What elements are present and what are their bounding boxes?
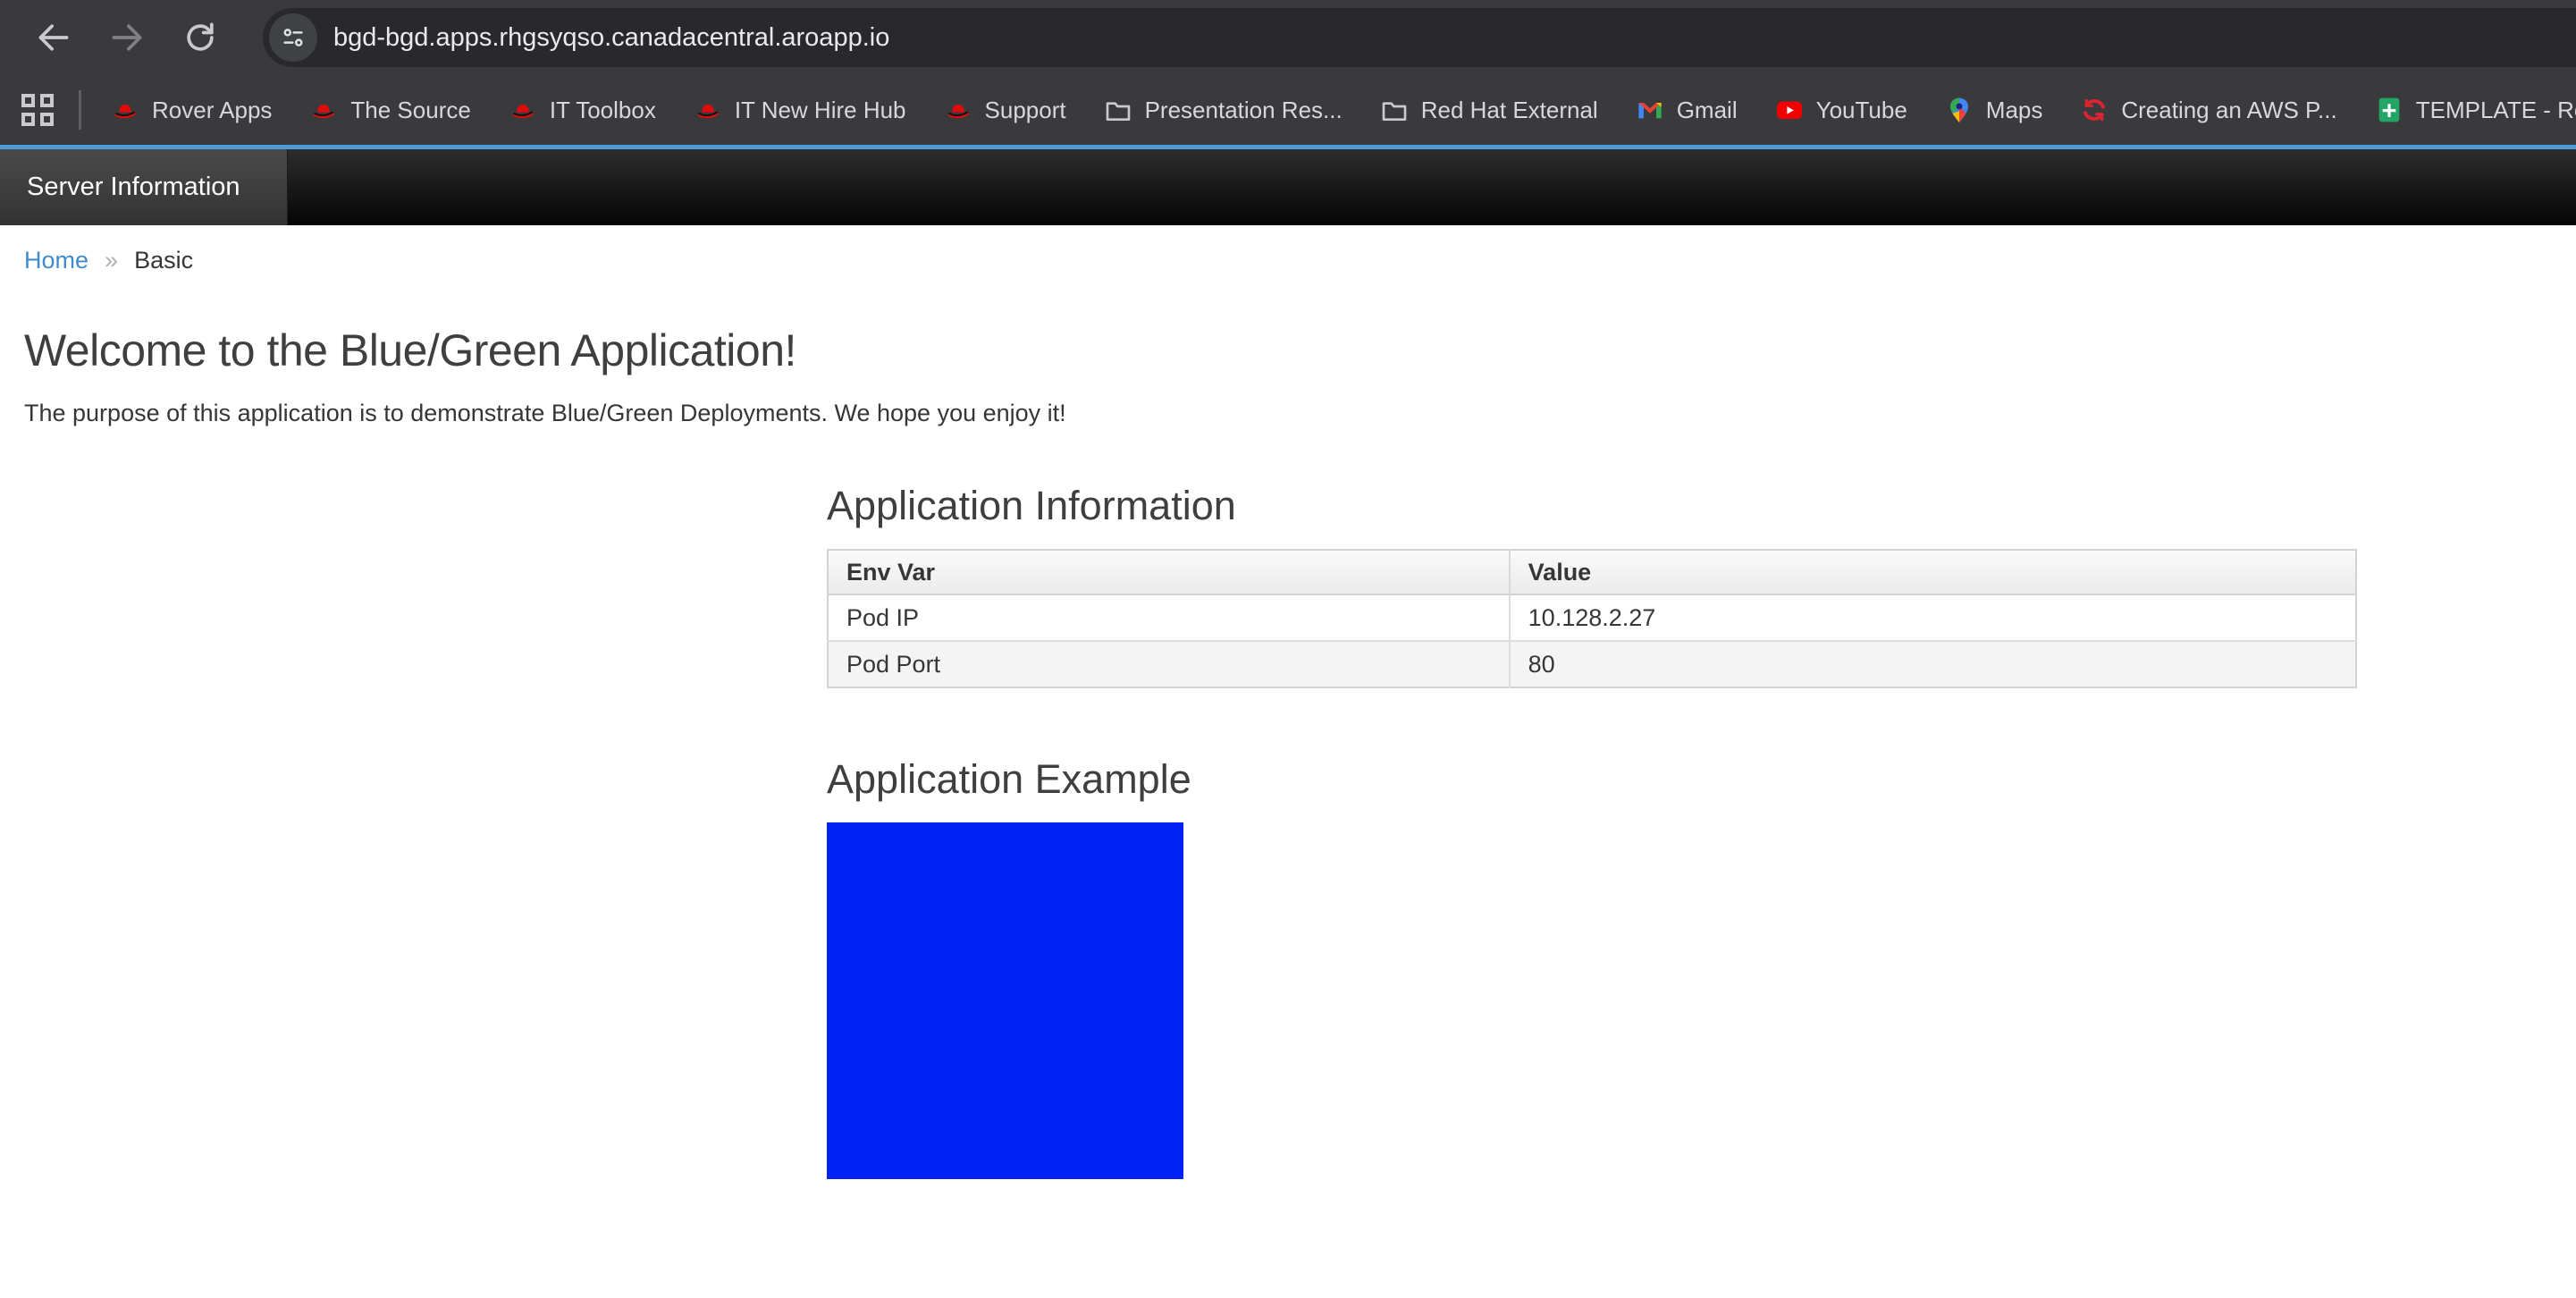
breadcrumb-separator: » — [105, 247, 118, 274]
site-info-button[interactable] — [269, 13, 317, 62]
cell-pod-port-value: 80 — [1510, 641, 2356, 687]
bookmark-label: Presentation Res... — [1145, 97, 1343, 124]
redhat-icon — [509, 96, 537, 124]
table-row: Pod IP 10.128.2.27 — [828, 594, 2356, 641]
reload-button[interactable] — [177, 14, 223, 61]
cell-pod-port-label: Pod Port — [828, 641, 1510, 687]
bookmark-label: Support — [985, 97, 1066, 124]
bookmark-the-source[interactable]: The Source — [290, 96, 489, 124]
bookmarks-divider — [79, 90, 81, 130]
cell-pod-ip-label: Pod IP — [828, 594, 1510, 641]
back-button[interactable] — [30, 14, 77, 61]
forward-icon — [107, 18, 147, 57]
bookmark-folder-presentation-res[interactable]: Presentation Res... — [1085, 96, 1361, 124]
bookmark-label: TEMPLATE - Red... — [2416, 97, 2576, 124]
breadcrumb-current: Basic — [134, 247, 193, 274]
cell-pod-ip-value: 10.128.2.27 — [1510, 594, 2356, 641]
url-text[interactable]: bgd-bgd.apps.rhgsyqso.canadacentral.aroa… — [333, 23, 889, 53]
deployment-color-swatch — [827, 822, 1183, 1179]
info-sections: Application Information Env Var Value Po… — [827, 483, 2357, 1179]
table-row: Pod Port 80 — [828, 641, 2356, 687]
nav-tab-server-information[interactable]: Server Information — [0, 149, 288, 225]
bookmark-gmail[interactable]: Gmail — [1617, 96, 1756, 124]
bookmark-it-toolbox[interactable]: IT Toolbox — [490, 96, 675, 124]
table-header-row: Env Var Value — [828, 550, 2356, 594]
redhat-icon — [944, 96, 972, 124]
col-header-value: Value — [1510, 550, 2356, 594]
col-header-env-var: Env Var — [828, 550, 1510, 594]
bookmark-label: The Source — [350, 97, 470, 124]
gmail-icon — [1636, 96, 1664, 124]
bookmark-label: YouTube — [1816, 97, 1907, 124]
sheets-icon — [2375, 96, 2403, 124]
redhat-icon — [111, 96, 139, 124]
application-information-title: Application Information — [827, 483, 2357, 529]
maps-icon — [1945, 96, 1974, 124]
page-content: Home » Basic Welcome to the Blue/Green A… — [0, 225, 2576, 1179]
bookmark-creating-an-aws-p[interactable]: Creating an AWS P... — [2061, 96, 2355, 124]
bookmark-label: IT Toolbox — [550, 97, 656, 124]
application-example-title: Application Example — [827, 756, 2357, 803]
bookmark-label: Creating an AWS P... — [2121, 97, 2336, 124]
bookmarks-bar: Rover Apps The Source IT Toolbox IT New … — [0, 75, 2576, 145]
youtube-icon — [1775, 96, 1804, 124]
url-bar[interactable]: bgd-bgd.apps.rhgsyqso.canadacentral.aroa… — [263, 8, 2576, 67]
back-icon — [34, 18, 73, 57]
tune-icon — [280, 24, 307, 51]
reload-icon — [181, 18, 220, 57]
bookmark-it-new-hire-hub[interactable]: IT New Hire Hub — [675, 96, 925, 124]
browser-toolbar: bgd-bgd.apps.rhgsyqso.canadacentral.aroa… — [0, 0, 2576, 75]
bookmark-youtube[interactable]: YouTube — [1756, 96, 1926, 124]
redhat-icon — [309, 96, 338, 124]
forward-button[interactable] — [104, 14, 150, 61]
bookmark-label: Rover Apps — [152, 97, 272, 124]
page-title: Welcome to the Blue/Green Application! — [24, 324, 2576, 376]
breadcrumb-home-link[interactable]: Home — [24, 247, 88, 274]
redhat-icon — [694, 96, 722, 124]
bookmark-label: Red Hat External — [1421, 97, 1598, 124]
bookmark-maps[interactable]: Maps — [1926, 96, 2062, 124]
folder-icon — [1380, 96, 1409, 124]
app-navbar: Server Information — [0, 149, 2576, 225]
openshift-icon — [2080, 96, 2109, 124]
apps-grid-icon[interactable] — [21, 94, 54, 126]
bookmark-label: Gmail — [1677, 97, 1738, 124]
bookmark-folder-red-hat-external[interactable]: Red Hat External — [1361, 96, 1617, 124]
breadcrumb: Home » Basic — [24, 247, 2576, 274]
nav-tab-label: Server Information — [27, 173, 240, 202]
folder-icon — [1104, 96, 1132, 124]
bookmark-label: IT New Hire Hub — [735, 97, 906, 124]
page-subtitle: The purpose of this application is to de… — [24, 400, 2576, 427]
bookmark-template-red[interactable]: TEMPLATE - Red... — [2356, 96, 2576, 124]
bookmark-rover-apps[interactable]: Rover Apps — [92, 96, 290, 124]
app-info-table: Env Var Value Pod IP 10.128.2.27 Pod Por… — [827, 549, 2357, 688]
bookmark-support[interactable]: Support — [925, 96, 1085, 124]
bookmark-label: Maps — [1986, 97, 2043, 124]
